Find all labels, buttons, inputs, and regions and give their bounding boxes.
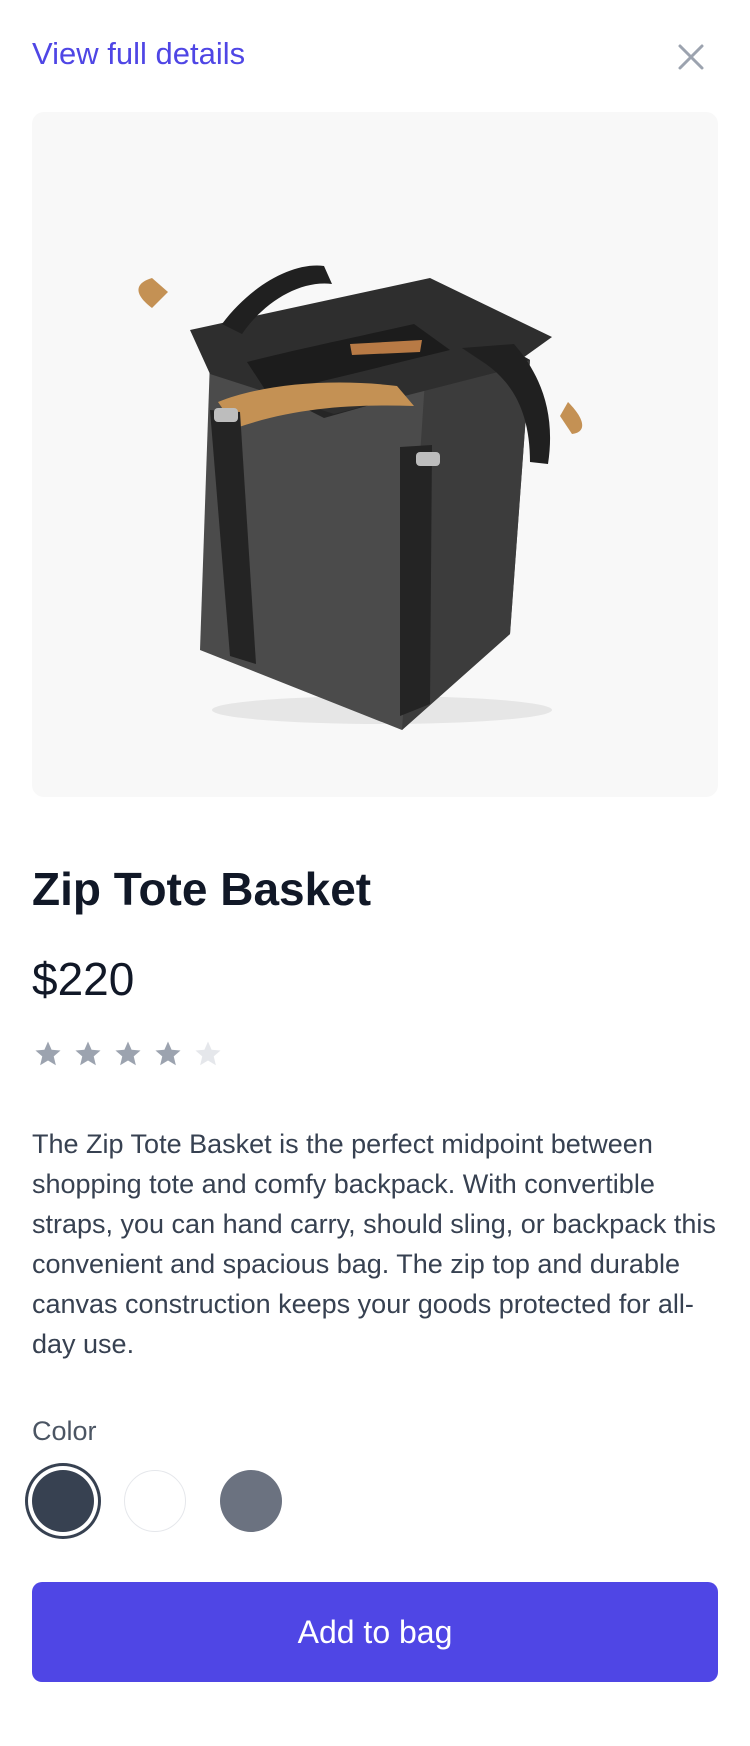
- product-title: Zip Tote Basket: [32, 863, 372, 915]
- color-swatch-dark-gray[interactable]: [32, 1470, 94, 1532]
- color-label: Color: [32, 1416, 97, 1446]
- star-icon: [155, 1041, 181, 1066]
- close-icon: [678, 44, 704, 70]
- rating-stars: [32, 1038, 224, 1070]
- star-icon: [195, 1041, 221, 1066]
- star-icon: [35, 1041, 61, 1066]
- product-description: The Zip Tote Basket is the perfect midpo…: [32, 1129, 716, 1359]
- add-to-bag-button[interactable]: Add to bag: [32, 1582, 718, 1682]
- close-button[interactable]: [671, 37, 711, 77]
- star-icon: [75, 1041, 101, 1066]
- color-swatch-white[interactable]: [124, 1470, 186, 1532]
- product-image: [32, 112, 718, 797]
- color-swatch-gray[interactable]: [220, 1470, 282, 1532]
- star-icon: [115, 1041, 141, 1066]
- product-price: $220: [32, 953, 135, 1005]
- view-full-details-link[interactable]: View full details: [32, 36, 245, 72]
